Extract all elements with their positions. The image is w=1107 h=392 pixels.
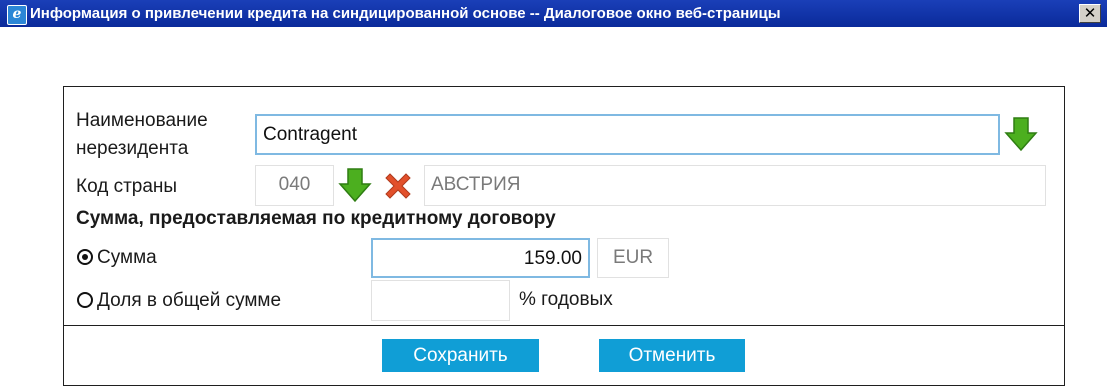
select-country-arrow-icon[interactable] xyxy=(338,167,372,203)
window-title: Информация о привлечении кредита на синд… xyxy=(30,5,781,22)
sum-section-title: Сумма, предоставляемая по кредитному дог… xyxy=(76,208,556,229)
share-percent-input[interactable] xyxy=(371,280,510,321)
ie-icon: e xyxy=(7,5,27,25)
country-code-input[interactable]: 040 xyxy=(255,165,334,206)
form-divider xyxy=(64,325,1064,326)
nonresident-label-line1: Наименование xyxy=(76,110,208,131)
cancel-button[interactable]: Отменить xyxy=(599,339,745,372)
country-name-field: АВСТРИЯ xyxy=(424,165,1046,206)
clear-country-x-icon[interactable] xyxy=(382,170,414,202)
select-nonresident-arrow-icon[interactable] xyxy=(1004,116,1038,152)
sum-radio[interactable] xyxy=(77,249,93,265)
sum-amount-input[interactable]: 159.00 xyxy=(371,238,590,278)
share-radio[interactable] xyxy=(77,292,93,308)
country-code-label: Код страны xyxy=(76,176,178,197)
window-titlebar: e Информация о привлечении кредита на си… xyxy=(0,0,1107,28)
form-panel: Наименование нерезидента Contragent Код … xyxy=(63,86,1065,386)
share-suffix-label: % годовых xyxy=(519,289,613,310)
save-button[interactable]: Сохранить xyxy=(382,339,539,372)
currency-field: EUR xyxy=(597,238,669,278)
close-icon[interactable]: ✕ xyxy=(1079,4,1101,23)
nonresident-label-line2: нерезидента xyxy=(76,138,189,159)
share-option-label: Доля в общей сумме xyxy=(97,290,282,311)
nonresident-name-input[interactable]: Contragent xyxy=(255,114,1000,155)
sum-option-label: Сумма xyxy=(97,247,157,268)
